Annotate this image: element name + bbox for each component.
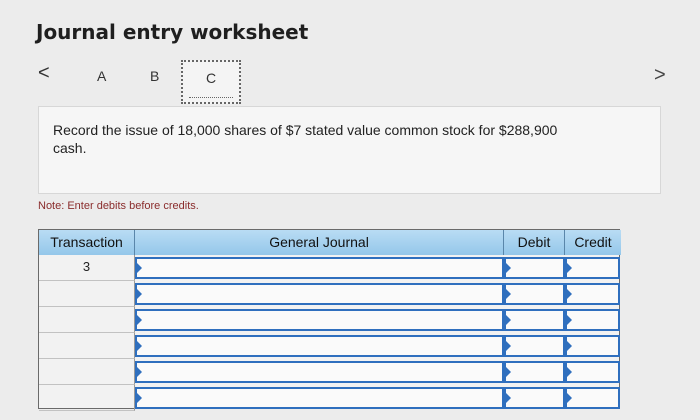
debit-input[interactable] [504, 335, 565, 357]
dropdown-caret-icon [137, 315, 142, 325]
table-row [39, 307, 620, 333]
dropdown-caret-icon [137, 367, 142, 377]
dropdown-caret-icon [567, 393, 572, 403]
dropdown-caret-icon [567, 367, 572, 377]
transaction-cell [39, 359, 135, 385]
journal-table: Transaction General Journal Debit Credit… [38, 229, 621, 411]
debit-input[interactable] [504, 257, 565, 279]
table-row: 3 [39, 255, 620, 281]
dropdown-caret-icon [137, 263, 142, 273]
credit-input[interactable] [565, 361, 620, 383]
instruction-box: Record the issue of 18,000 shares of $7 … [38, 106, 661, 194]
credit-input[interactable] [565, 283, 620, 305]
credit-input[interactable] [565, 387, 620, 409]
dropdown-caret-icon [137, 341, 142, 351]
account-input[interactable] [135, 387, 504, 409]
transaction-cell [39, 281, 135, 307]
debit-input[interactable] [504, 283, 565, 305]
tab-b[interactable]: B [150, 68, 159, 84]
debit-input[interactable] [504, 361, 565, 383]
dropdown-caret-icon [567, 341, 572, 351]
col-general-journal: General Journal [135, 230, 504, 255]
debit-input[interactable] [504, 309, 565, 331]
transaction-cell [39, 333, 135, 359]
tab-focus-indicator [189, 97, 233, 98]
account-input[interactable] [135, 361, 504, 383]
col-credit: Credit [565, 230, 621, 255]
dropdown-caret-icon [506, 367, 511, 377]
dropdown-caret-icon [137, 393, 142, 403]
dropdown-caret-icon [567, 263, 572, 273]
table-row [39, 333, 620, 359]
transaction-cell [39, 307, 135, 333]
col-transaction: Transaction [39, 230, 135, 255]
note-text: Note: Enter debits before credits. [38, 200, 199, 212]
table-row [39, 385, 620, 411]
transaction-cell [39, 385, 135, 411]
debit-input[interactable] [504, 387, 565, 409]
dropdown-caret-icon [506, 341, 511, 351]
account-input[interactable] [135, 283, 504, 305]
dropdown-caret-icon [506, 289, 511, 299]
dropdown-caret-icon [137, 289, 142, 299]
dropdown-caret-icon [567, 289, 572, 299]
table-row [39, 281, 620, 307]
credit-input[interactable] [565, 335, 620, 357]
col-debit: Debit [504, 230, 565, 255]
tab-c[interactable]: C [181, 60, 241, 104]
page-title: Journal entry worksheet [36, 20, 309, 44]
next-icon[interactable]: > [654, 64, 666, 87]
table-row [39, 359, 620, 385]
credit-input[interactable] [565, 257, 620, 279]
dropdown-caret-icon [506, 263, 511, 273]
tab-c-label: C [205, 70, 217, 86]
account-input[interactable] [135, 309, 504, 331]
prev-icon[interactable]: < [38, 62, 50, 85]
transaction-cell: 3 [39, 255, 135, 281]
dropdown-caret-icon [506, 393, 511, 403]
account-input[interactable] [135, 335, 504, 357]
account-input[interactable] [135, 257, 504, 279]
dropdown-caret-icon [567, 315, 572, 325]
instruction-text: Record the issue of 18,000 shares of $7 … [53, 122, 558, 156]
tab-a[interactable]: A [97, 68, 106, 84]
dropdown-caret-icon [506, 315, 511, 325]
credit-input[interactable] [565, 309, 620, 331]
